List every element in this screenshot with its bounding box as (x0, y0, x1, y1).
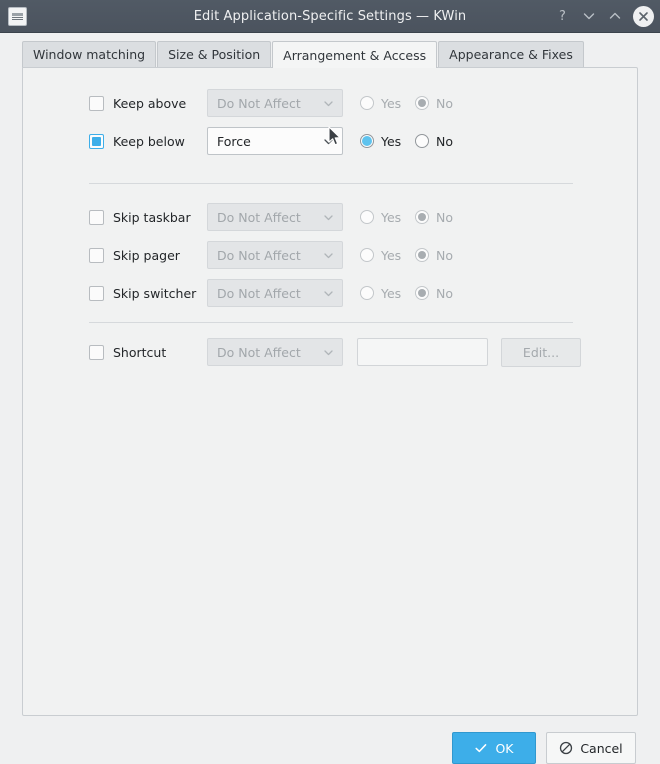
row-skip-switcher: Skip switcher Do Not Affect Yes No (23, 274, 637, 312)
radio-skip-taskbar-yes-label: Yes (381, 209, 402, 225)
checkbox-shortcut[interactable] (89, 344, 104, 360)
radio-skip-switcher-yes-label: Yes (381, 285, 402, 301)
radio-keep-above-no[interactable]: No (415, 96, 470, 111)
radio-keep-below-yes-label: Yes (381, 133, 402, 149)
combo-shortcut-value: Do Not Affect (217, 344, 301, 360)
label-keep-above: Keep above (113, 95, 187, 111)
radio-skip-pager-yes[interactable]: Yes (360, 248, 415, 263)
dialog-buttons: OK Cancel (0, 716, 660, 764)
radio-keep-below-no-label: No (436, 133, 453, 149)
tab-arrangement-access[interactable]: Arrangement & Access (272, 41, 438, 68)
ok-button-label: OK (495, 740, 514, 756)
radio-keep-below-yes[interactable]: Yes (360, 134, 415, 149)
settings-window: Edit Application-Specific Settings — KWi… (0, 0, 660, 764)
combo-skip-taskbar[interactable]: Do Not Affect (207, 203, 343, 231)
tab-window-matching[interactable]: Window matching (22, 41, 157, 67)
combo-skip-pager-value: Do Not Affect (217, 247, 301, 263)
checkbox-skip-switcher[interactable] (89, 285, 104, 301)
edit-shortcut-button[interactable]: Edit... (501, 337, 581, 367)
combo-skip-switcher-value: Do Not Affect (217, 285, 301, 301)
chevron-down-icon (324, 138, 333, 144)
chevron-down-icon (324, 290, 333, 296)
combo-keep-above-value: Do Not Affect (217, 95, 301, 111)
cancel-button-label: Cancel (580, 740, 623, 756)
maximize-icon[interactable] (607, 9, 622, 24)
radio-group-skip-pager: Yes No (360, 248, 470, 263)
radio-keep-below-no[interactable]: No (415, 134, 470, 149)
label-shortcut: Shortcut (113, 344, 167, 360)
radio-keep-above-yes-label: Yes (381, 95, 402, 111)
checkbox-skip-pager[interactable] (89, 247, 104, 263)
shortcut-input[interactable] (357, 338, 488, 366)
row-shortcut: Shortcut Do Not Affect Edit... (23, 333, 637, 371)
checkbox-skip-taskbar[interactable] (89, 209, 104, 225)
cancel-button[interactable]: Cancel (546, 732, 636, 764)
ok-button[interactable]: OK (452, 732, 536, 764)
chevron-down-icon (324, 349, 333, 355)
radio-group-skip-switcher: Yes No (360, 286, 470, 301)
svg-text:?: ? (559, 9, 566, 23)
label-keep-below: Keep below (113, 133, 185, 149)
radio-skip-pager-no[interactable]: No (415, 248, 470, 263)
tab-panel-arrangement-access: Keep above Do Not Affect Yes No Keep bel… (22, 67, 638, 716)
radio-group-keep-above: Yes No (360, 96, 470, 111)
minimize-icon[interactable] (581, 9, 596, 24)
radio-keep-above-yes[interactable]: Yes (360, 96, 415, 111)
combo-skip-switcher[interactable]: Do Not Affect (207, 279, 343, 307)
radio-skip-pager-no-label: No (436, 247, 453, 263)
row-keep-below: Keep below Force Yes No (23, 122, 637, 160)
combo-skip-pager[interactable]: Do Not Affect (207, 241, 343, 269)
checkbox-keep-below[interactable] (89, 133, 104, 149)
chevron-down-icon (324, 252, 333, 258)
radio-skip-switcher-no[interactable]: No (415, 286, 470, 301)
row-skip-pager: Skip pager Do Not Affect Yes No (23, 236, 637, 274)
label-skip-taskbar: Skip taskbar (113, 209, 191, 225)
radio-keep-above-no-label: No (436, 95, 453, 111)
combo-keep-above[interactable]: Do Not Affect (207, 89, 343, 117)
kwin-window-icon (8, 6, 27, 26)
checkbox-keep-above[interactable] (89, 95, 104, 111)
radio-skip-switcher-yes[interactable]: Yes (360, 286, 415, 301)
close-icon[interactable] (633, 5, 654, 27)
window-controls: ? (555, 5, 654, 27)
combo-keep-below[interactable]: Force (207, 127, 343, 155)
label-skip-pager: Skip pager (113, 247, 180, 263)
tab-size-position[interactable]: Size & Position (157, 41, 272, 67)
combo-skip-taskbar-value: Do Not Affect (217, 209, 301, 225)
chevron-down-icon (324, 214, 333, 220)
help-icon[interactable]: ? (555, 9, 570, 24)
chevron-down-icon (324, 100, 333, 106)
tab-appearance-fixes[interactable]: Appearance & Fixes (438, 41, 584, 67)
tab-bar: Window matching Size & Position Arrangem… (0, 33, 660, 68)
titlebar: Edit Application-Specific Settings — KWi… (0, 0, 660, 33)
radio-skip-taskbar-no-label: No (436, 209, 453, 225)
label-skip-switcher: Skip switcher (113, 285, 197, 301)
radio-group-keep-below: Yes No (360, 134, 470, 149)
radio-group-skip-taskbar: Yes No (360, 210, 470, 225)
row-keep-above: Keep above Do Not Affect Yes No (23, 84, 637, 122)
radio-skip-taskbar-yes[interactable]: Yes (360, 210, 415, 225)
radio-skip-taskbar-no[interactable]: No (415, 210, 470, 225)
combo-keep-below-value: Force (217, 133, 251, 149)
radio-skip-switcher-no-label: No (436, 285, 453, 301)
cancel-icon (560, 741, 573, 755)
row-skip-taskbar: Skip taskbar Do Not Affect Yes No (23, 198, 637, 236)
combo-shortcut[interactable]: Do Not Affect (207, 338, 343, 366)
radio-skip-pager-yes-label: Yes (381, 247, 402, 263)
check-icon (475, 744, 487, 753)
